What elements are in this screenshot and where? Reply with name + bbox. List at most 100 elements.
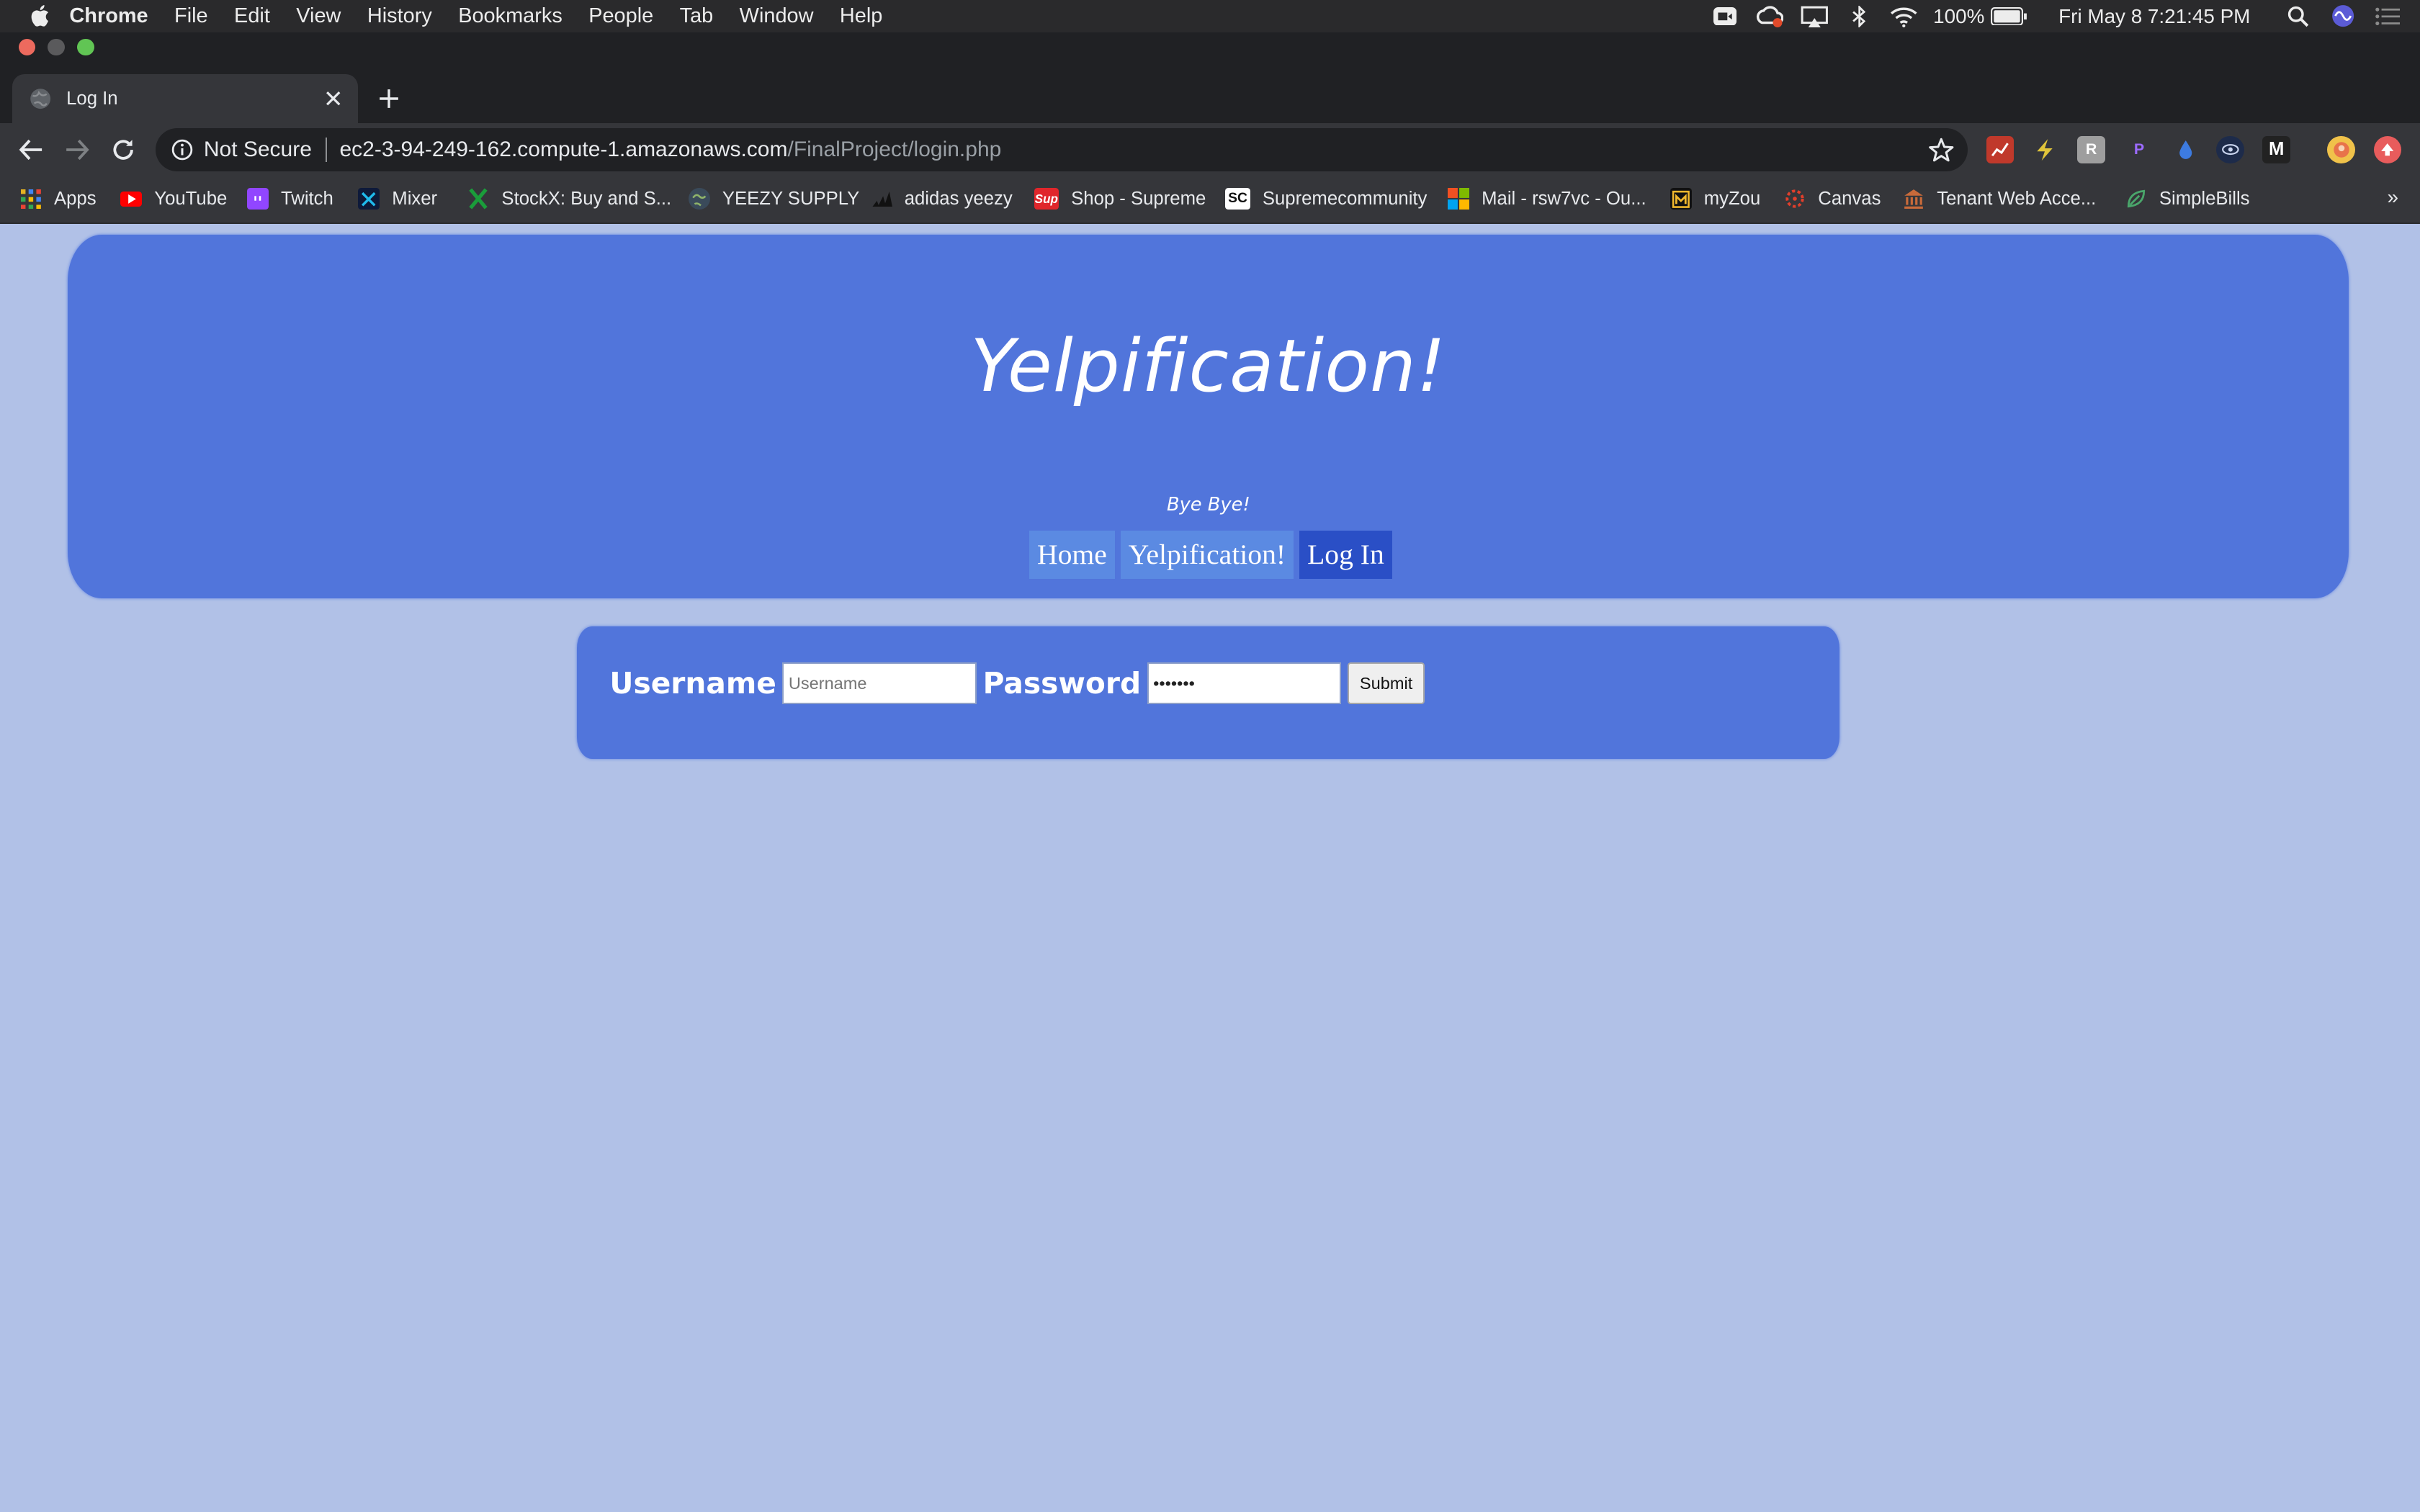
menu-bar-clock[interactable]: Fri May 8 7:21:45 PM xyxy=(2058,5,2250,28)
nav-link-yelpification[interactable]: Yelpification! xyxy=(1121,531,1294,579)
menu-help[interactable]: Help xyxy=(840,0,882,32)
site-header-panel: Yelpification! Bye Bye! Home Yelpificati… xyxy=(68,234,2349,599)
site-tagline: Bye Bye! xyxy=(1166,493,1250,516)
bookmark-mixer[interactable]: Mixer xyxy=(358,176,437,222)
bookmark-adidas-yeezy[interactable]: adidas yeezy xyxy=(871,176,1013,222)
bookmark-canvas[interactable]: Canvas xyxy=(1784,176,1881,222)
wifi-icon[interactable] xyxy=(1890,6,1918,27)
menu-bar-status-area: 100% Fri May 8 7:21:45 PM xyxy=(1694,0,2420,32)
extension-lightning-icon[interactable] xyxy=(2031,136,2059,164)
zoom-icon[interactable] xyxy=(1711,6,1739,27)
macos-menu-bar: Chrome File Edit View History Bookmarks … xyxy=(0,0,2420,32)
zoom-window-button[interactable] xyxy=(77,38,94,56)
battery-percentage: 100% xyxy=(1933,4,1985,27)
back-arrow-icon[interactable] xyxy=(14,132,48,166)
security-status-label[interactable]: Not Secure xyxy=(204,138,312,162)
bookmark-star-icon[interactable] xyxy=(1927,136,1955,164)
microsoft-icon xyxy=(1447,188,1469,210)
url-host: ec2-3-94-249-162.compute-1.amazonaws.com xyxy=(339,137,788,161)
menu-bookmarks[interactable]: Bookmarks xyxy=(458,0,563,32)
bookmark-label: Supremecommunity xyxy=(1262,188,1428,209)
menu-window[interactable]: Window xyxy=(740,0,814,32)
bookmark-shop-supreme[interactable]: Sup Shop - Supreme xyxy=(1034,176,1206,222)
creative-cloud-icon[interactable] xyxy=(1756,5,1784,27)
submit-button[interactable]: Submit xyxy=(1347,662,1425,705)
menu-edit[interactable]: Edit xyxy=(234,0,270,32)
bank-icon xyxy=(1903,188,1924,210)
bookmark-label: Canvas xyxy=(1818,188,1881,209)
menu-tab[interactable]: Tab xyxy=(680,0,714,32)
bookmark-tenant-web-access[interactable]: Tenant Web Acce... xyxy=(1903,176,2096,222)
menu-app-name[interactable]: Chrome xyxy=(69,0,148,32)
canvas-icon xyxy=(1784,188,1806,210)
bookmark-simplebills[interactable]: SimpleBills xyxy=(2125,176,2250,222)
extension-r-icon[interactable]: R xyxy=(2077,135,2105,164)
bookmark-stockx[interactable]: StockX: Buy and S... xyxy=(467,176,671,222)
bookmark-label: myZou xyxy=(1703,188,1761,209)
bookmark-twitch[interactable]: Twitch xyxy=(246,176,333,222)
menu-view[interactable]: View xyxy=(296,0,341,32)
bookmark-label: Apps xyxy=(53,188,97,209)
extension-drop-icon[interactable] xyxy=(2172,136,2200,164)
tab-strip: Log In xyxy=(0,61,2420,124)
minimize-window-button[interactable] xyxy=(48,38,65,56)
bookmarks-overflow-chevron-icon[interactable]: » xyxy=(2388,176,2399,222)
bookmark-label: Twitch xyxy=(280,188,333,209)
siri-icon[interactable] xyxy=(2329,5,2357,27)
bookmark-label: Shop - Supreme xyxy=(1071,188,1206,209)
adidas-icon xyxy=(871,188,892,210)
reload-icon[interactable] xyxy=(107,132,140,166)
battery-icon[interactable] xyxy=(1990,6,2027,27)
bookmark-label: StockX: Buy and S... xyxy=(501,188,672,209)
youtube-icon xyxy=(120,191,143,207)
bookmark-myzou[interactable]: myZou xyxy=(1670,176,1761,222)
username-label: Username xyxy=(609,666,776,701)
window-title-strip xyxy=(0,32,2420,62)
bookmark-apps[interactable]: Apps xyxy=(20,176,97,222)
bookmark-label: Tenant Web Acce... xyxy=(1937,188,2097,209)
nav-link-log-in[interactable]: Log In xyxy=(1299,531,1392,579)
extension-p-badge-icon[interactable]: P xyxy=(2125,136,2154,164)
globe-favicon-icon xyxy=(28,86,53,111)
close-tab-icon[interactable] xyxy=(321,86,346,111)
supremecommunity-icon: SC xyxy=(1225,188,1250,210)
username-field[interactable] xyxy=(782,662,977,705)
login-form: Username Password Submit xyxy=(609,660,1425,706)
airplay-icon[interactable] xyxy=(1801,6,1829,27)
tab-log-in[interactable]: Log In xyxy=(12,73,359,124)
supreme-icon: Sup xyxy=(1034,188,1059,210)
bookmark-label: adidas yeezy xyxy=(904,188,1013,209)
nav-link-home[interactable]: Home xyxy=(1029,531,1115,579)
apple-menu-icon[interactable] xyxy=(30,4,51,27)
spotlight-search-icon[interactable] xyxy=(2284,6,2312,27)
new-tab-plus-icon[interactable] xyxy=(374,84,405,114)
bookmark-supremecommunity[interactable]: SC Supremecommunity xyxy=(1225,176,1427,222)
stockx-icon xyxy=(467,188,489,210)
bookmark-yeezy-supply[interactable]: YEEZY SUPPLY xyxy=(688,176,860,222)
address-bar[interactable]: Not Secure ec2-3-94-249-162.compute-1.am… xyxy=(156,127,1968,171)
mizzou-icon xyxy=(1670,188,1692,210)
apps-grid-icon xyxy=(20,188,42,210)
extension-m-icon[interactable]: M xyxy=(2262,135,2290,164)
info-icon[interactable] xyxy=(171,139,193,161)
twitch-icon xyxy=(246,188,269,210)
bookmark-label: YEEZY SUPPLY xyxy=(722,188,860,209)
bookmark-label: SimpleBills xyxy=(2159,188,2250,209)
globe-icon xyxy=(688,188,710,210)
bluetooth-icon[interactable] xyxy=(1845,5,1873,27)
menu-people[interactable]: People xyxy=(588,0,653,32)
bookmark-outlook-mail[interactable]: Mail - rsw7vc - Ou... xyxy=(1447,176,1646,222)
bookmarks-bar: Apps YouTube Twitch Mixer StockX: Buy an… xyxy=(0,176,2420,224)
profile-avatar[interactable] xyxy=(2327,135,2355,164)
extension-eye-icon[interactable] xyxy=(2216,135,2244,164)
update-chrome-icon[interactable] xyxy=(2373,135,2402,164)
tab-title: Log In xyxy=(66,88,118,109)
notification-center-icon[interactable] xyxy=(2374,6,2402,27)
password-field[interactable] xyxy=(1147,662,1342,705)
forward-arrow-icon[interactable] xyxy=(60,132,94,166)
menu-file[interactable]: File xyxy=(174,0,208,32)
bookmark-youtube[interactable]: YouTube xyxy=(120,176,227,222)
menu-history[interactable]: History xyxy=(367,0,432,32)
site-title: Yelpification! xyxy=(970,323,1447,408)
extension-chart-icon[interactable] xyxy=(1986,135,2015,164)
